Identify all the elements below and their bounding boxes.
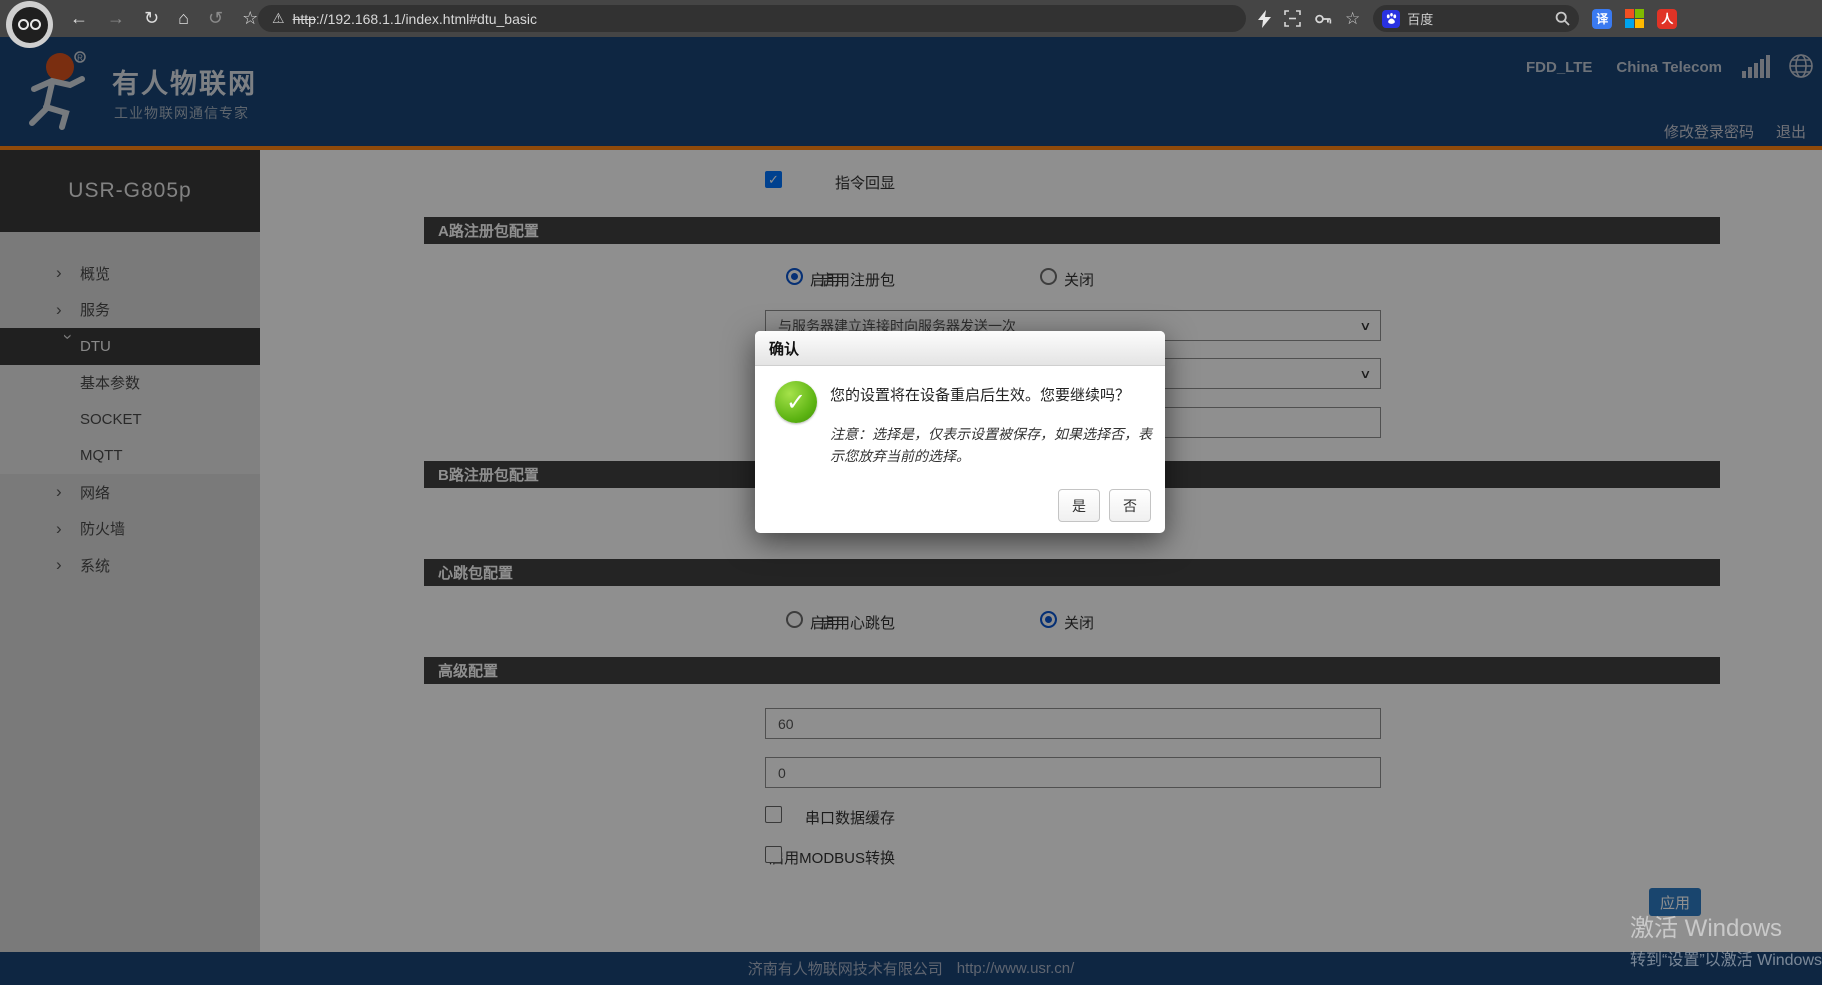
search-box[interactable]: 百度 [1373,5,1579,32]
watermark-line2: 转到“设置”以激活 Windows。 [1630,946,1822,970]
windows-watermark: 激活 Windows 转到“设置”以激活 Windows。 [1630,908,1822,970]
forward-button[interactable]: → [107,8,125,29]
key-extension-icon[interactable] [1314,10,1332,28]
address-bar[interactable]: ⚠ http://192.168.1.1/index.html#dtu_basi… [258,5,1246,32]
browser-toolbar: ← → ↻ ⌂ ↺ ☆ ⚠ http://192.168.1.1/index.h… [0,0,1822,37]
home-button[interactable]: ⌂ [178,8,189,29]
dialog-note: 注意：选择是，仅表示设置被保存，如果选择否，表示您放弃当前的选择。 [830,423,1158,467]
grid-extension-icon[interactable] [1625,9,1644,28]
undo-icon[interactable]: ↺ [208,8,223,29]
search-icon [1555,11,1570,26]
no-button[interactable]: 否 [1109,489,1151,522]
bookmark-star-icon[interactable]: ☆ [242,8,258,29]
confirm-dialog: 确认 ✓ 您的设置将在设备重启后生效。您要继续吗？ 注意：选择是，仅表示设置被保… [755,331,1165,533]
page-url: http://192.168.1.1/index.html#dtu_basic [293,11,537,27]
browser-profile-avatar[interactable] [6,1,53,48]
dialog-title: 确认 [755,331,1165,366]
baidu-icon [1382,10,1400,28]
screenshot-extension-icon[interactable] [1284,10,1301,27]
translate-extension-icon[interactable]: 译 [1592,9,1612,29]
incognito-glasses-icon [12,7,48,43]
success-check-icon: ✓ [775,381,817,423]
dialog-message: 您的设置将在设备重启后生效。您要继续吗？ [830,385,1152,406]
yes-button[interactable]: 是 [1058,489,1100,522]
back-button[interactable]: ← [70,8,88,29]
star-extension-icon[interactable]: ☆ [1345,9,1360,29]
search-engine-label: 百度 [1407,9,1433,28]
lightning-extension-icon[interactable] [1258,10,1271,28]
reload-button[interactable]: ↻ [144,8,159,29]
not-secure-warning-icon[interactable]: ⚠ [272,10,285,27]
watermark-line1: 激活 Windows [1630,908,1822,943]
pdf-extension-icon[interactable]: 人 [1657,9,1677,29]
page: R 有人物联网 工业物联网通信专家 FDD_LTE China Telecom [0,0,1822,985]
